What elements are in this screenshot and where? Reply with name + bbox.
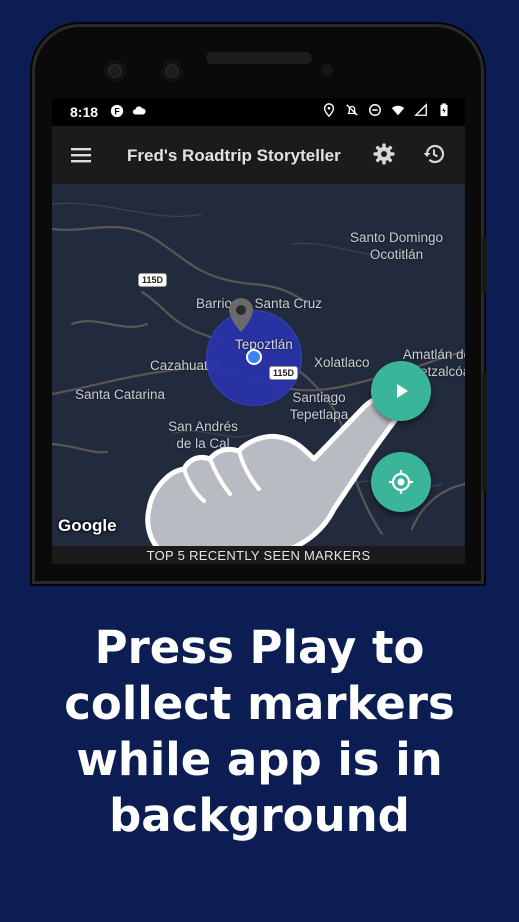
google-attribution: Google [58,516,117,535]
map-view[interactable]: Santo Domingo Ocotitlán Barrio de Santa … [52,184,465,564]
power-button [482,372,487,492]
app-title: Fred's Roadtrip Storyteller [127,146,341,165]
current-location-dot [246,349,262,365]
do-not-disturb-icon [369,104,381,116]
notifications-off-icon [346,104,358,116]
hamburger-menu-icon[interactable] [70,144,92,166]
map-marker-icon[interactable] [228,297,254,333]
caption-line-4: background [109,789,410,842]
status-time: 8:18 [70,104,99,120]
app-bar: Fred's Roadtrip Storyteller [52,126,465,184]
hand-pointer-icon [145,394,403,559]
battery-icon [440,103,448,117]
phone-screen: 8:18 F Fred's Roadtrip Storyteller Santo… [52,98,465,564]
gear-icon[interactable] [372,142,396,166]
play-icon [397,384,408,398]
my-location-button[interactable] [371,452,431,512]
play-button[interactable] [371,361,431,421]
promo-caption: Press Play to collect markers while app … [0,620,519,844]
history-icon[interactable] [422,142,446,166]
front-camera-right [161,60,183,82]
status-bar: 8:18 F [52,98,465,126]
place-tepoztlan: Tepoztlán [235,337,293,352]
proximity-sensor [321,64,333,76]
caption-line-1: Press Play to [94,621,425,674]
cell-signal-icon [414,103,427,116]
svg-text:F: F [114,107,120,117]
app-notification-icon: F [110,104,124,118]
recent-markers-sheet[interactable]: TOP 5 RECENTLY SEEN MARKERS [52,546,465,564]
recent-markers-label: TOP 5 RECENTLY SEEN MARKERS [146,548,371,563]
cloud-icon [132,106,146,115]
caption-line-2: collect markers [64,677,455,730]
highway-shield-115d: 115D [138,273,168,287]
wifi-icon [391,105,405,116]
earpiece-speaker [206,52,312,64]
highway-shield-115d-2: 115D [269,366,299,380]
place-xolatlaco: Xolatlaco [314,355,370,370]
caption-line-3: while app is in [76,733,443,786]
location-icon [323,103,335,117]
front-camera-left [104,60,126,82]
place-santo-domingo: Santo Domingo Ocotitlán [349,230,444,262]
my-location-icon [389,470,413,494]
volume-button [482,236,487,294]
